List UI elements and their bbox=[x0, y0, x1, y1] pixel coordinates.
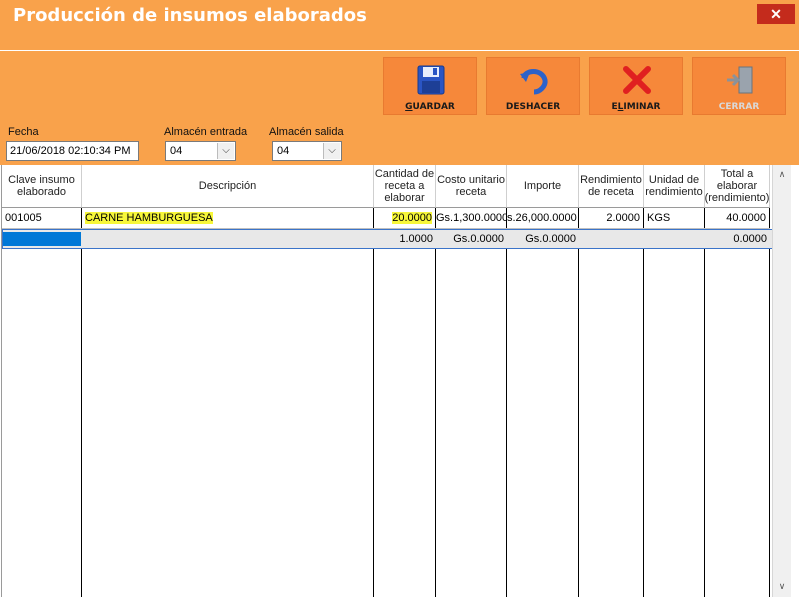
table-row[interactable]: 001005 CARNE HAMBURGUESA 20.0000 Gs.1,30… bbox=[2, 208, 770, 229]
floppy-disk-icon bbox=[417, 65, 445, 95]
descripcion-text: CARNE HAMBURGUESA bbox=[85, 212, 213, 224]
cell-cantidad[interactable]: 20.0000 bbox=[374, 208, 435, 228]
col-header-clave[interactable]: Clave insumo elaborado bbox=[2, 165, 82, 208]
col-header-descripcion[interactable]: Descripción bbox=[82, 165, 374, 208]
table-row[interactable]: 1.0000 Gs.0.0000 Gs.0.0000 0.0000 bbox=[2, 229, 778, 249]
cell-costo[interactable]: Gs.1,300.0000 bbox=[436, 208, 506, 228]
cell-unidad[interactable] bbox=[645, 229, 705, 249]
undo-icon bbox=[520, 69, 548, 95]
cerrar-button[interactable]: CERRAR bbox=[692, 57, 786, 115]
eliminar-button[interactable]: ELIMINAR bbox=[589, 57, 683, 115]
column-divider bbox=[373, 208, 374, 597]
column-divider bbox=[704, 208, 705, 597]
column-divider bbox=[578, 208, 579, 597]
fecha-field[interactable]: 21/06/2018 02:10:34 PM bbox=[6, 141, 139, 161]
scroll-up-icon[interactable]: ∧ bbox=[773, 167, 791, 181]
close-window-button[interactable]: ✕ bbox=[757, 4, 795, 24]
almacen-salida-value: 04 bbox=[277, 145, 290, 157]
cell-importe[interactable]: s.26,000.0000 bbox=[507, 208, 578, 228]
window-title: Producción de insumos elaborados bbox=[13, 5, 367, 26]
cell-total[interactable]: 40.0000 bbox=[705, 208, 769, 228]
col-header-cantidad[interactable]: Cantidad de receta a elaborar bbox=[374, 165, 436, 208]
cell-rendimiento[interactable] bbox=[580, 229, 644, 249]
vertical-scrollbar[interactable]: ∧ ∨ bbox=[772, 165, 791, 597]
col-header-unidad[interactable]: Unidad de rendimiento bbox=[644, 165, 705, 208]
cerrar-label: CERRAR bbox=[718, 102, 760, 112]
delete-x-icon bbox=[623, 66, 651, 94]
deshacer-label: DESHACER bbox=[505, 102, 561, 112]
almacen-salida-label: Almacén salida bbox=[269, 126, 344, 138]
guardar-label: GUARDAR bbox=[405, 102, 455, 112]
cell-unidad[interactable]: KGS bbox=[644, 208, 704, 228]
col-header-total[interactable]: Total a elaborar (rendimiento) bbox=[705, 165, 770, 208]
almacen-entrada-select[interactable]: 04 ⌵ bbox=[165, 141, 236, 161]
cell-clave[interactable]: 001005 bbox=[2, 208, 81, 228]
cell-cantidad[interactable]: 1.0000 bbox=[375, 229, 436, 249]
cell-descripcion[interactable] bbox=[83, 229, 374, 249]
cell-total[interactable]: 0.0000 bbox=[706, 229, 770, 249]
chevron-down-icon[interactable]: ⌵ bbox=[217, 143, 234, 159]
selected-cell-clave[interactable] bbox=[3, 232, 81, 246]
cell-descripcion[interactable]: CARNE HAMBURGUESA bbox=[82, 208, 373, 228]
cell-costo[interactable]: Gs.0.0000 bbox=[437, 229, 507, 249]
guardar-button[interactable]: GUARDAR bbox=[383, 57, 477, 115]
column-divider bbox=[81, 208, 82, 597]
column-divider bbox=[435, 208, 436, 597]
almacen-entrada-label: Almacén entrada bbox=[164, 126, 248, 138]
column-divider bbox=[506, 208, 507, 597]
title-bar: Producción de insumos elaborados ✕ bbox=[0, 0, 799, 50]
fecha-label: Fecha bbox=[8, 126, 39, 138]
col-header-importe[interactable]: Importe bbox=[507, 165, 579, 208]
deshacer-button[interactable]: DESHACER bbox=[486, 57, 580, 115]
scroll-down-icon[interactable]: ∨ bbox=[773, 579, 791, 593]
cell-rendimiento[interactable]: 2.0000 bbox=[579, 208, 643, 228]
cell-importe[interactable]: Gs.0.0000 bbox=[508, 229, 579, 249]
column-divider bbox=[643, 208, 644, 597]
col-header-rendimiento[interactable]: Rendimiento de receta bbox=[579, 165, 644, 208]
col-header-costo[interactable]: Costo unitario receta bbox=[436, 165, 507, 208]
chevron-down-icon[interactable]: ⌵ bbox=[323, 143, 340, 159]
almacen-entrada-value: 04 bbox=[170, 145, 183, 157]
column-divider bbox=[769, 208, 770, 597]
eliminar-label: ELIMINAR bbox=[611, 102, 661, 112]
cantidad-text: 20.0000 bbox=[392, 212, 432, 224]
data-grid[interactable]: Clave insumo elaborado Descripción Canti… bbox=[1, 165, 798, 597]
exit-door-icon bbox=[727, 66, 753, 94]
almacen-salida-select[interactable]: 04 ⌵ bbox=[272, 141, 342, 161]
